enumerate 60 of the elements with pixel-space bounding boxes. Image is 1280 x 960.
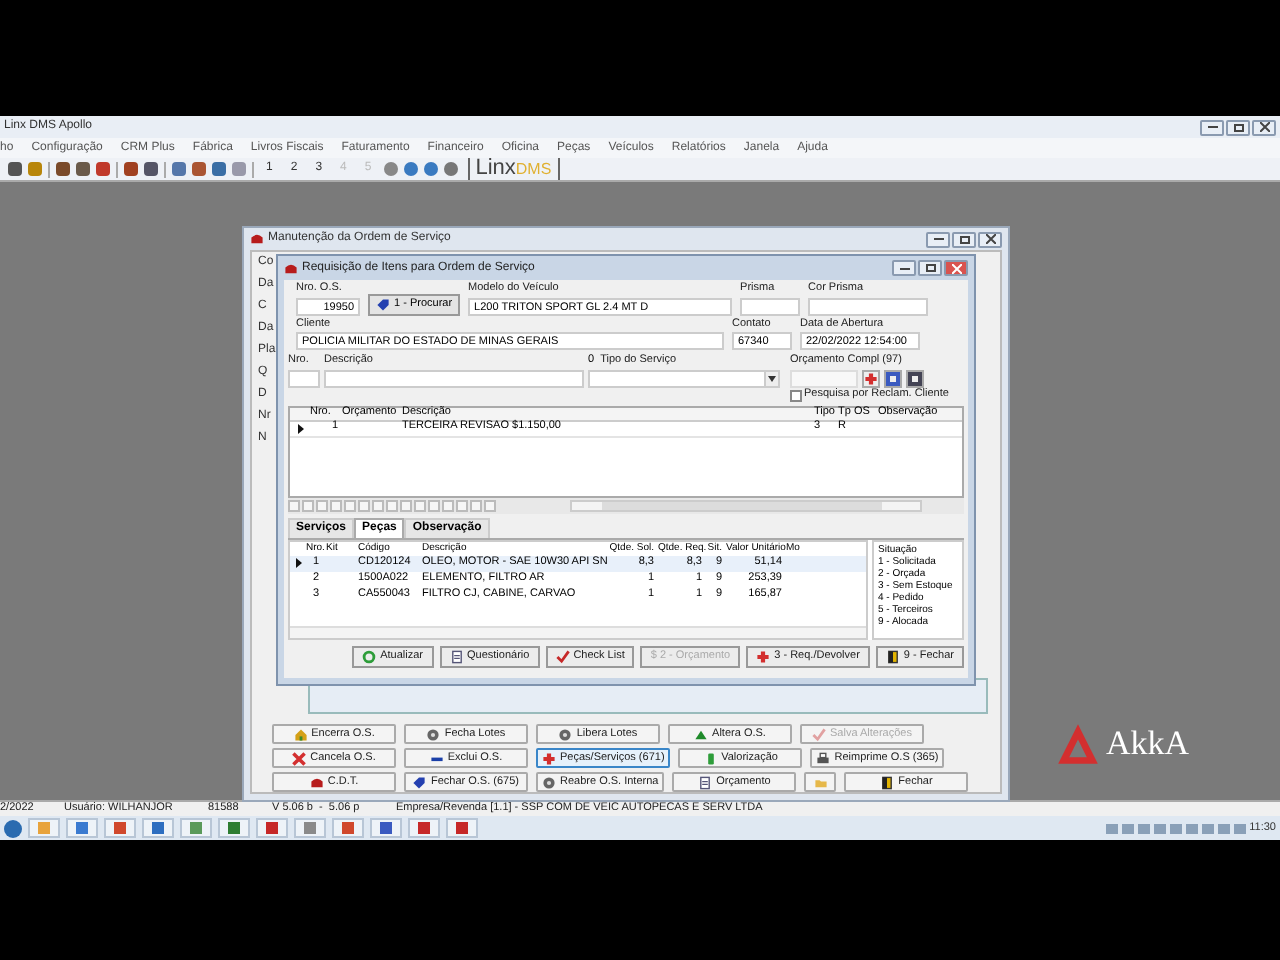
plus-icon [542,751,556,765]
printer-icon [816,751,831,765]
taskbar-button[interactable] [294,818,326,838]
triangle-icon [694,727,709,741]
logo-text: Linx [475,158,516,180]
plus-icon [864,371,878,385]
document-icon [698,775,713,789]
action-button[interactable] [804,772,837,792]
text-field[interactable] [288,369,320,387]
minimize-button[interactable] [892,260,916,276]
scrollbar[interactable] [570,499,922,511]
document-icon [449,649,463,663]
maximize-button[interactable] [1226,119,1250,135]
refresh-icon [362,649,377,663]
caret-icon [768,375,776,381]
tag-icon [412,775,427,789]
gear-icon [558,727,573,741]
row-pointer-icon [295,558,301,568]
taskbar-button[interactable] [180,818,212,838]
taskbar-button[interactable] [218,818,250,838]
close-icon [951,263,961,273]
taskbar-button[interactable] [408,818,440,838]
gear-icon [426,727,441,741]
maximize-button[interactable] [952,231,976,247]
taskbar-button[interactable] [332,818,364,838]
tag-icon [376,297,390,311]
dropdown[interactable] [588,369,780,387]
close-button[interactable] [1252,119,1276,135]
add-button[interactable] [862,369,880,387]
close-icon [1259,122,1269,132]
folder-icon [813,775,828,789]
taskbar-button[interactable] [142,818,174,838]
brand-name: AkkA [1106,722,1190,766]
maximize-button[interactable] [918,260,942,276]
taskbar-button[interactable] [104,818,136,838]
checkbox[interactable] [790,389,802,401]
text-field[interactable] [740,297,801,315]
plus-icon [756,649,771,663]
text-field[interactable] [808,297,929,315]
gear-icon [542,775,556,789]
text-field[interactable] [324,369,584,387]
taskbar-button[interactable] [256,818,288,838]
taskbar-button[interactable] [446,818,478,838]
close-button[interactable] [944,260,968,276]
logo-suffix: DMS [515,162,552,178]
scrollbar[interactable] [290,625,866,637]
minimize-button[interactable] [1200,119,1224,135]
minimize-button[interactable] [926,231,950,247]
taskbar-button[interactable] [370,818,402,838]
checkmark-icon [555,649,570,663]
brand-logo-icon [1056,721,1100,766]
close-button[interactable] [978,231,1002,247]
door-icon [885,649,900,663]
start-button[interactable] [4,819,22,837]
door-icon [880,775,895,789]
house-icon [293,727,308,741]
checkmark-icon [812,727,827,741]
taskbar-button[interactable] [66,818,98,838]
close-icon [985,234,995,244]
close-icon [292,751,307,765]
